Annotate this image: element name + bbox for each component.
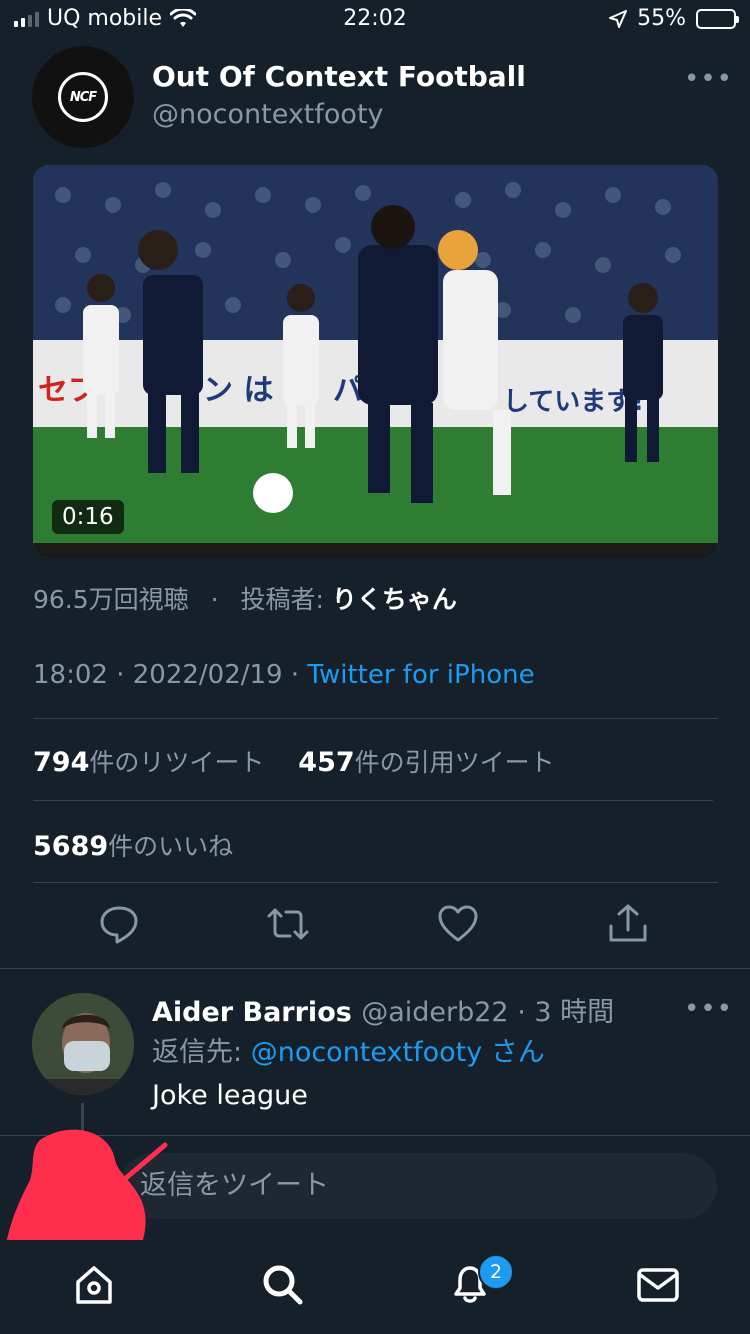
quote-label: 件の引用ツイート (354, 748, 555, 777)
messages-mail-icon[interactable] (634, 1260, 682, 1308)
reply-to-mention[interactable]: @nocontextfooty (251, 1037, 483, 1068)
quote-count: 457 (298, 747, 355, 778)
author-handle[interactable]: @nocontextfooty (152, 99, 384, 130)
tweet-date: 2022/02/19 (132, 660, 283, 690)
more-options-icon[interactable]: ••• (684, 64, 733, 94)
timestamp-line: 18:02 · 2022/02/19 · Twitter for iPhone (33, 660, 535, 690)
video-player[interactable]: セブ ン は パ しています! (33, 165, 718, 558)
retweet-count: 794 (33, 747, 90, 778)
reply-to-line: 返信先: @nocontextfooty さん (152, 1030, 545, 1069)
ball (253, 473, 293, 513)
like-stats[interactable]: 5689件のいいね (33, 827, 233, 863)
tweet-time: 18:02 (33, 660, 108, 690)
location-arrow-icon (609, 9, 628, 28)
avatar-logo: NCF (58, 72, 108, 122)
view-count: 96.5万回視聴 (33, 585, 189, 614)
retweet-icon[interactable] (266, 902, 310, 946)
reply-author-handle[interactable]: @aiderb22 (361, 997, 508, 1028)
share-icon[interactable] (606, 902, 650, 946)
search-icon[interactable] (258, 1260, 306, 1308)
tweet-source[interactable]: Twitter for iPhone (307, 660, 534, 690)
uploader-label: 投稿者: (240, 585, 324, 614)
tab-bar (0, 1240, 750, 1334)
reply-avatar[interactable] (32, 993, 134, 1095)
reply-author-line: Aider Barrios @aiderb22 · 3 時間 (152, 990, 614, 1029)
retweet-label: 件のリツイート (89, 748, 265, 777)
battery-icon (696, 8, 739, 29)
divider (33, 882, 718, 883)
retweet-stats[interactable]: 794件のリツイート 457件の引用ツイート (33, 743, 555, 779)
svg-text:ン は: ン は (203, 373, 273, 408)
reply-to-label: 返信先: (152, 1037, 243, 1068)
separator-dot: · (210, 585, 219, 614)
author-name[interactable]: Out Of Context Football (152, 60, 526, 93)
reply-time: 3 時間 (534, 997, 615, 1028)
tweet-actions (0, 902, 750, 952)
like-label: 件のいいね (108, 832, 234, 861)
divider (0, 968, 750, 969)
like-count: 5689 (33, 831, 109, 862)
divider (33, 800, 713, 801)
video-duration: 0:16 (52, 500, 124, 534)
svg-text:しています!: しています! (503, 387, 644, 417)
author-avatar[interactable]: NCF (32, 46, 134, 148)
reply-to-suffix: さん (490, 1037, 545, 1068)
status-bar: UQ mobile 22:02 55% (0, 0, 750, 40)
home-icon[interactable] (70, 1260, 118, 1308)
notifications-badge: 2 (478, 1254, 514, 1290)
reply-text: Joke league (152, 1080, 308, 1111)
uploader-name[interactable]: りくちゃん (332, 585, 457, 614)
reply-author-name[interactable]: Aider Barrios (152, 997, 352, 1028)
reply-avatar-image (32, 993, 134, 1095)
separator-dot: · (508, 997, 535, 1028)
reply-more-options-icon[interactable]: ••• (684, 994, 733, 1024)
reply-icon[interactable] (97, 902, 141, 946)
video-frame: セブ ン は パ しています! (33, 165, 718, 558)
like-heart-icon[interactable] (436, 902, 480, 946)
views-line: 96.5万回視聴 · 投稿者: りくちゃん (33, 580, 457, 616)
battery-percent: 55% (637, 6, 686, 31)
divider (33, 718, 718, 719)
reply-compose-input[interactable]: 返信をツイート (120, 1153, 717, 1219)
status-right: 55% (609, 6, 739, 31)
